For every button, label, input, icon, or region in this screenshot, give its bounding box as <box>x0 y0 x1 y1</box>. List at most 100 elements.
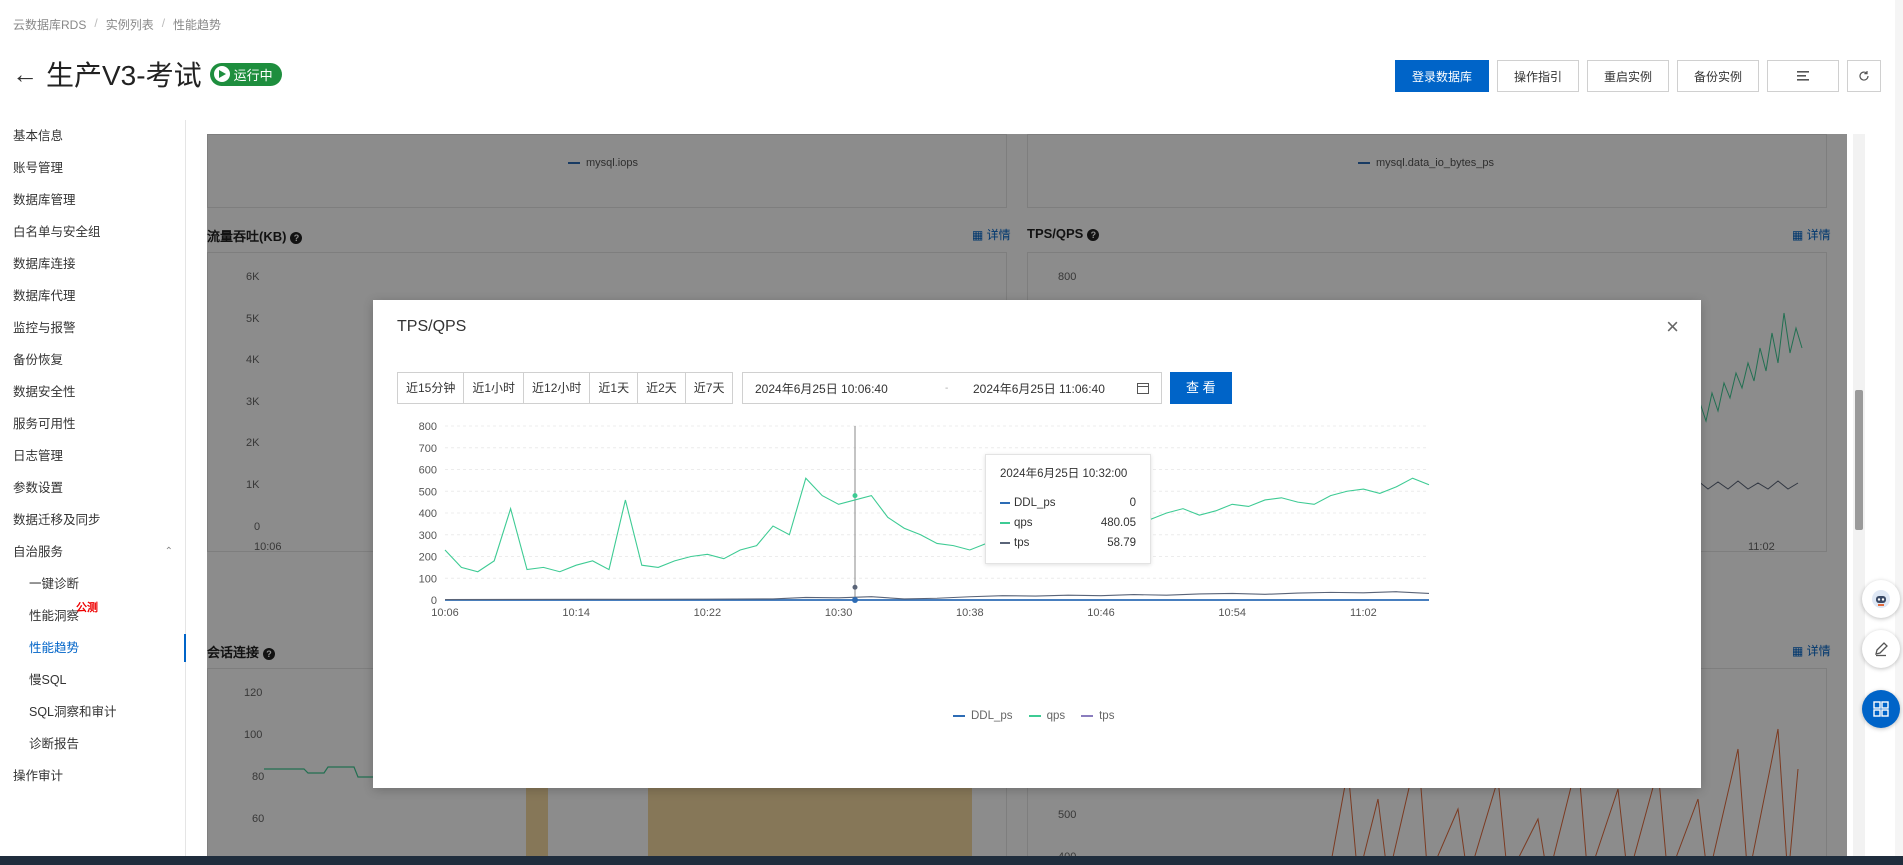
sidebar-item-params[interactable]: 参数设置 <box>0 472 185 504</box>
toolbar: 登录数据库 操作指引 重启实例 备份实例 <box>1394 60 1881 92</box>
sidebar-item-label: 性能洞察 <box>29 609 80 623</box>
sidebar-item-label: 自治服务 <box>13 545 64 559</box>
sidebar-item-op-audit[interactable]: 操作审计 <box>0 760 185 792</box>
y-tick-label: 500 <box>419 486 437 498</box>
sidebar-item-sql-audit[interactable]: SQL洞察和审计 <box>0 696 185 728</box>
back-arrow-icon[interactable]: ← <box>12 61 38 87</box>
refresh-icon <box>1859 71 1869 81</box>
series-line-tps <box>444 591 1430 601</box>
page-scrollbar[interactable] <box>1895 0 1903 865</box>
apps-button[interactable] <box>1862 690 1900 728</box>
close-icon[interactable]: × <box>1666 316 1679 338</box>
sidebar-item-autonomy[interactable]: 自治服务 ⌃ <box>0 536 185 568</box>
assistant-button[interactable] <box>1862 580 1900 618</box>
tooltip-row: tps 58.79 <box>1000 533 1136 553</box>
ddl-swatch <box>953 715 965 717</box>
sidebar-item-data-security[interactable]: 数据安全性 <box>0 376 185 408</box>
x-tick-label: 10:38 <box>956 607 984 619</box>
login-db-button[interactable]: 登录数据库 <box>1394 60 1489 92</box>
sidebar-item-insight[interactable]: 性能洞察 公测 <box>0 600 185 632</box>
start-date-field[interactable]: 2024年6月25日 10:06:40 <box>755 380 945 397</box>
range-7d-button[interactable]: 近7天 <box>686 373 733 403</box>
sidebar-item-monitoring[interactable]: 监控与报警 <box>0 312 185 344</box>
y-tick-label: 800 <box>419 421 437 433</box>
tooltip-row: DDL_ps 0 <box>1000 493 1136 513</box>
range-1h-button[interactable]: 近1小时 <box>464 373 525 403</box>
y-tick-label: 300 <box>419 530 437 542</box>
edit-button[interactable] <box>1862 630 1900 668</box>
ddl-marker <box>852 597 858 603</box>
list-icon <box>1797 71 1809 81</box>
sidebar-item-proxy[interactable]: 数据库代理 <box>0 280 185 312</box>
x-tick-label: 10:22 <box>694 607 722 619</box>
qps-swatch <box>1000 522 1010 524</box>
beta-tag: 公测 <box>76 602 98 614</box>
sidebar-item-logs[interactable]: 日志管理 <box>0 440 185 472</box>
bottom-bar <box>0 856 1903 865</box>
sidebar-item-migration[interactable]: 数据迁移及同步 <box>0 504 185 536</box>
chart-tooltip: 2024年6月25日 10:32:00 DDL_ps 0 qps 480.05 tp… <box>985 454 1151 564</box>
status-badge: 运行中 <box>209 62 282 86</box>
qps-swatch <box>1028 715 1041 717</box>
sidebar-item-slow-sql[interactable]: 慢SQL <box>0 664 185 696</box>
legend-item-qps[interactable]: qps <box>1028 710 1065 722</box>
status-label: 运行中 <box>233 67 273 83</box>
series-line-qps <box>444 477 1430 573</box>
x-tick-label: 10:54 <box>1218 607 1246 619</box>
y-tick-label: 700 <box>419 443 437 455</box>
range-15min-button[interactable]: 近15分钟 <box>398 373 465 403</box>
robot-icon <box>1872 590 1890 608</box>
y-tick-label: 100 <box>419 573 437 585</box>
x-tick-label: 11:02 <box>1350 607 1377 619</box>
range-2d-button[interactable]: 近2天 <box>638 373 686 403</box>
x-tick-label: 10:30 <box>825 607 853 619</box>
y-tick-label: 0 <box>431 595 437 607</box>
range-1d-button[interactable]: 近1天 <box>590 373 639 403</box>
sidebar-item-availability[interactable]: 服务可用性 <box>0 408 185 440</box>
sidebar-item-connection[interactable]: 数据库连接 <box>0 248 185 280</box>
scrollbar-thumb[interactable] <box>1855 390 1863 530</box>
refresh-button[interactable] <box>1847 60 1881 92</box>
tps-qps-chart: 0 100 200 300 400 500 600 700 800 10:06 10:14 10:22… <box>419 421 1430 619</box>
tooltip-series-value: 58.79 <box>1107 537 1136 549</box>
tooltip-series-name: tps <box>1014 537 1030 549</box>
sidebar-item-basic-info[interactable]: 基本信息 <box>0 120 185 152</box>
sidebar-item-report[interactable]: 诊断报告 <box>0 728 185 760</box>
qps-marker <box>852 493 858 499</box>
guide-button[interactable]: 操作指引 <box>1496 60 1579 92</box>
sidebar-item-databases[interactable]: 数据库管理 <box>0 184 185 216</box>
sidebar-item-accounts[interactable]: 账号管理 <box>0 152 185 184</box>
breadcrumb-separator: / <box>94 16 98 30</box>
page-title: 生产V3-考试 <box>46 60 202 91</box>
tps-qps-modal: TPS/QPS × 近15分钟 近1小时 近12小时 近1天 近2天 近7天 2… <box>373 300 1701 788</box>
title-row: ← 生产V3-考试 运行中 <box>12 54 282 94</box>
backup-button[interactable]: 备份实例 <box>1676 60 1759 92</box>
end-date-field[interactable]: 2024年6月25日 11:06:40 <box>973 380 1137 397</box>
more-button[interactable] <box>1767 60 1839 92</box>
play-icon <box>213 66 230 82</box>
grid-icon <box>1873 701 1889 717</box>
x-tick-label: 10:46 <box>1087 607 1115 619</box>
modal-title: TPS/QPS <box>397 318 467 335</box>
y-tick-label: 400 <box>419 508 437 520</box>
legend-item-tps[interactable]: tps <box>1081 710 1114 722</box>
range-12h-button[interactable]: 近12小时 <box>524 373 591 403</box>
breadcrumb-item-current: 性能趋势 <box>173 18 222 32</box>
breadcrumb-item-rds[interactable]: 云数据库RDS <box>13 16 86 33</box>
tooltip-series-name: DDL_ps <box>1014 497 1056 509</box>
y-tick-label: 200 <box>419 552 437 564</box>
tooltip-row: qps 480.05 <box>1000 513 1136 533</box>
content-scrollbar[interactable] <box>1853 134 1865 865</box>
calendar-icon[interactable] <box>1137 382 1149 394</box>
restart-button[interactable]: 重启实例 <box>1586 60 1669 92</box>
breadcrumb-item-instances[interactable]: 实例列表 <box>106 16 154 33</box>
chart-legend: DDL_ps qps tps <box>953 710 1114 722</box>
y-tick-label: 600 <box>419 465 437 477</box>
legend-item-ddl[interactable]: DDL_ps <box>953 710 1013 722</box>
tooltip-time: 2024年6月25日 10:32:00 <box>1000 468 1128 480</box>
sidebar-item-whitelist[interactable]: 白名单与安全组 <box>0 216 185 248</box>
sidebar-item-backup[interactable]: 备份恢复 <box>0 344 185 376</box>
tooltip-series-name: qps <box>1014 517 1033 529</box>
sidebar-item-perf-trend[interactable]: 性能趋势 <box>0 632 186 664</box>
breadcrumb: 云数据库RDS / 实例列表 / 性能趋势 <box>13 16 221 33</box>
